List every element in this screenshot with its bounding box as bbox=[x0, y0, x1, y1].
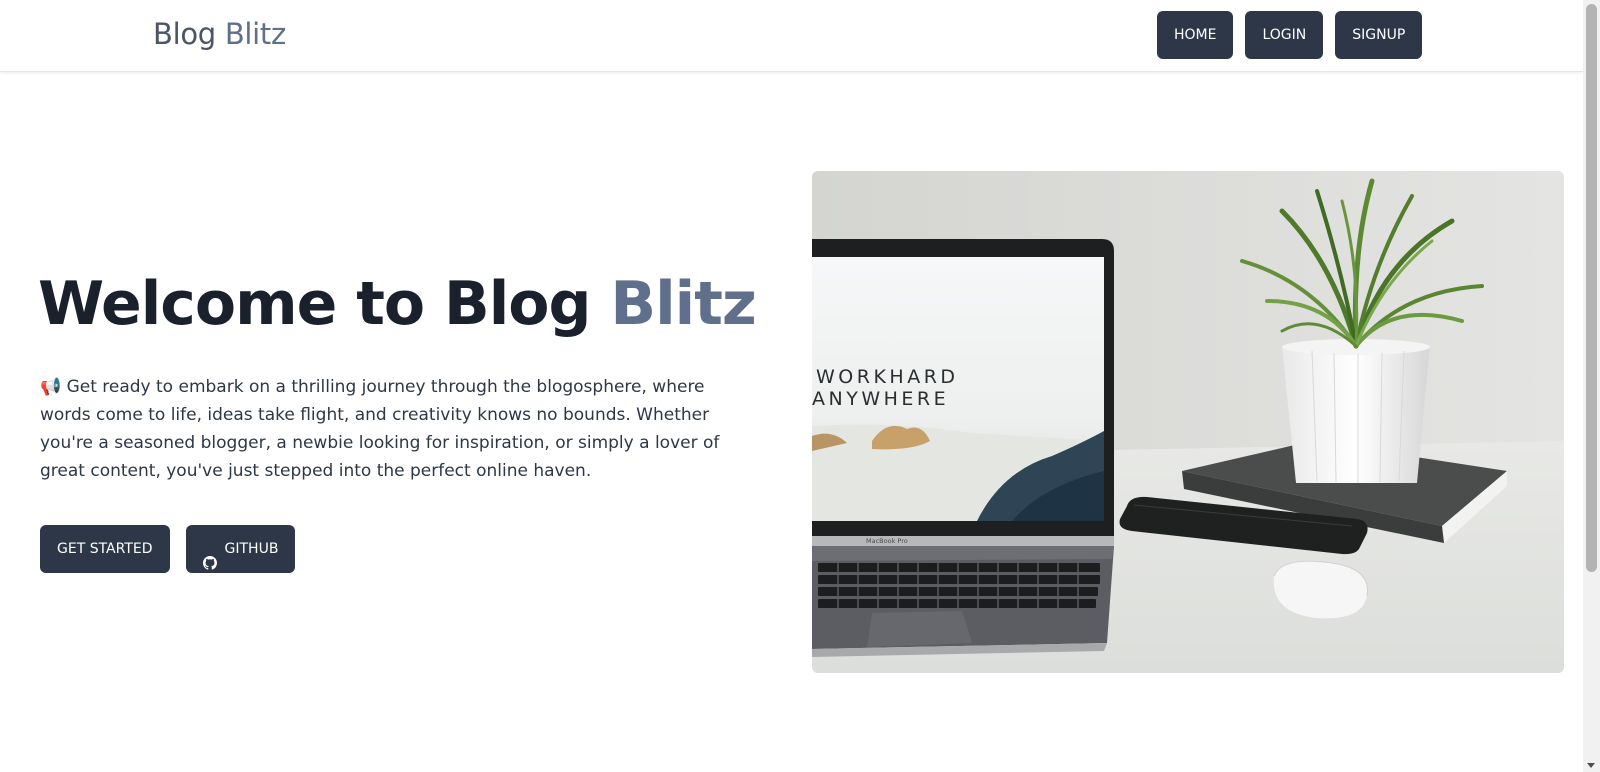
page: Blog Blitz HOME LOGIN SIGNUP Welcome to … bbox=[0, 0, 1600, 772]
hero-title-primary: Welcome to Blog bbox=[38, 269, 591, 339]
hero-title-accent: Blitz bbox=[610, 269, 756, 339]
top-navbar: Blog Blitz HOME LOGIN SIGNUP bbox=[0, 0, 1583, 72]
screen-text-line1: WORKHARD bbox=[816, 366, 959, 388]
brand-logo[interactable]: Blog Blitz bbox=[153, 17, 286, 51]
hero-description: 📢 Get ready to embark on a thrilling jou… bbox=[40, 377, 720, 481]
laptop-trackpad bbox=[867, 611, 972, 647]
github-button[interactable]: GITHUB bbox=[185, 525, 296, 573]
brand-accent: Blitz bbox=[224, 17, 286, 51]
nav-signup-button[interactable]: SIGNUP bbox=[1335, 11, 1423, 59]
hero-image: WORKHARD ANYWHERE MacBook Pro bbox=[812, 171, 1564, 673]
scrollbar-thumb[interactable] bbox=[1586, 4, 1597, 572]
get-started-button[interactable]: GET STARTED bbox=[40, 525, 170, 573]
github-label: GITHUB bbox=[224, 541, 279, 557]
laptop-label: MacBook Pro bbox=[866, 537, 908, 545]
github-icon bbox=[202, 542, 217, 570]
scroll-down-arrow-icon[interactable] bbox=[1587, 763, 1595, 768]
screen-text-line2: ANYWHERE bbox=[812, 388, 949, 410]
nav-home-button[interactable]: HOME bbox=[1157, 11, 1234, 59]
hero-title: Welcome to Blog Blitz bbox=[38, 266, 757, 342]
cta-buttons: GET STARTED GITHUB bbox=[40, 525, 296, 573]
nav-login-button[interactable]: LOGIN bbox=[1245, 11, 1324, 59]
get-started-label: GET STARTED bbox=[57, 541, 153, 557]
nav-links: HOME LOGIN SIGNUP bbox=[1157, 11, 1423, 59]
brand-primary: Blog bbox=[153, 17, 216, 51]
plant-pot bbox=[1282, 346, 1430, 483]
page-scrollbar[interactable] bbox=[1583, 0, 1600, 772]
